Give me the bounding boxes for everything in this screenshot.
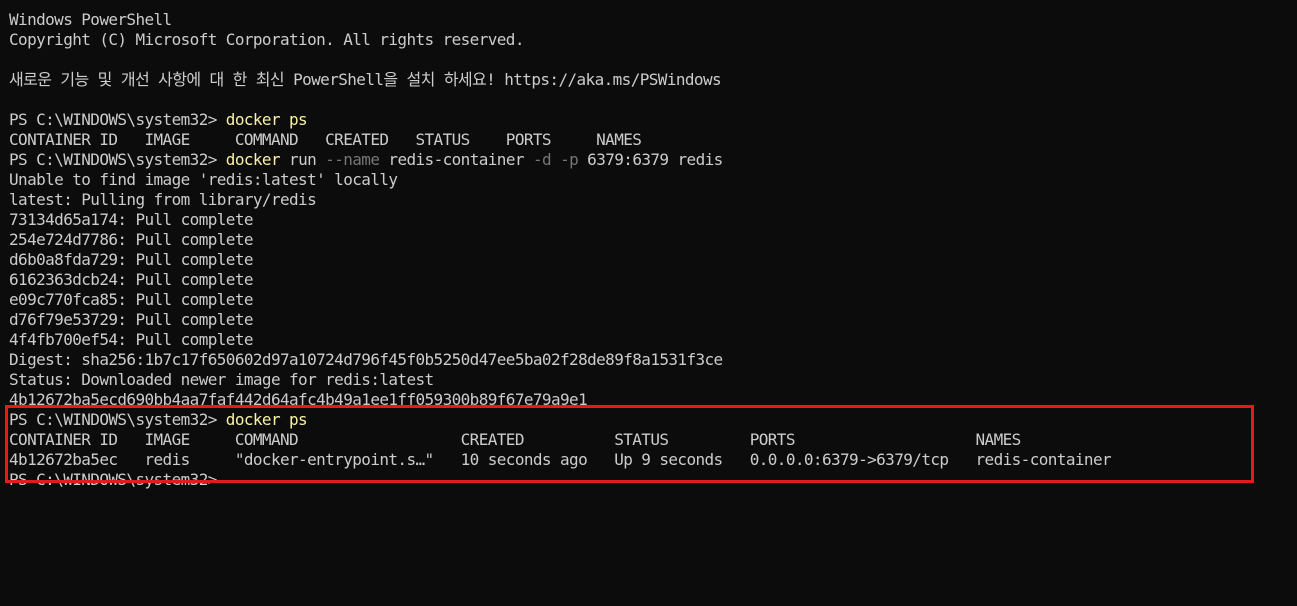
command-flag: -p [560,150,579,169]
output-line: latest: Pulling from library/redis [9,190,317,209]
prompt-line: PS C:\WINDOWS\system32> docker ps [9,110,1297,130]
docker-ps-row: 4b12672ba5ec redis "docker-entrypoint.s…… [9,450,1112,469]
container-id-line: 4b12672ba5ecd690bb4aa7faf442d64afc4b49a1… [9,390,588,409]
command-arg: redis-container [379,150,533,169]
docker-ps-header-empty: CONTAINER ID IMAGE COMMAND CREATED STATU… [9,130,642,149]
output-line: 6162363dcb24: Pull complete [9,270,253,289]
copyright-line: Copyright (C) Microsoft Corporation. All… [9,30,524,49]
command-flag: --name [325,150,380,169]
prompt-text: PS C:\WINDOWS\system32> [9,470,226,489]
command-space [551,150,560,169]
command-text: docker ps [225,410,308,429]
prompt-line: PS C:\WINDOWS\system32> docker ps [9,410,1297,430]
prompt-line: PS C:\WINDOWS\system32> docker run --nam… [9,150,1297,170]
powershell-terminal[interactable]: Windows PowerShell Copyright (C) Microso… [0,0,1297,606]
powershell-tip-line: 새로운 기능 및 개선 사항에 대 한 최신 PowerShell을 설치 하세… [9,70,722,89]
prompt-text: PS C:\WINDOWS\system32> [9,150,226,169]
prompt-text: PS C:\WINDOWS\system32> [9,410,226,429]
command-text: docker ps [225,110,308,129]
command-arg: 6379:6379 redis [578,150,723,169]
prompt-text: PS C:\WINDOWS\system32> [9,110,226,129]
output-line: e09c770fca85: Pull complete [9,290,253,309]
output-line: d76f79e53729: Pull complete [9,310,253,329]
output-line: Unable to find image 'redis:latest' loca… [9,170,398,189]
output-line: d6b0a8fda729: Pull complete [9,250,253,269]
command-exe: docker [225,150,281,169]
output-line: 4f4fb700ef54: Pull complete [9,330,253,349]
docker-ps-header: CONTAINER ID IMAGE COMMAND CREATED STATU… [9,430,1021,449]
output-line: Digest: sha256:1b7c17f650602d97a10724d79… [9,350,723,369]
terminal-title-line: Windows PowerShell [9,10,172,29]
output-line: 254e724d7786: Pull complete [9,230,253,249]
text-cursor [226,470,235,488]
command-flag: -d [532,150,552,169]
output-line: Status: Downloaded newer image for redis… [9,370,434,389]
output-line: 73134d65a174: Pull complete [9,210,253,229]
command-sub: run [280,150,326,169]
active-prompt-line[interactable]: PS C:\WINDOWS\system32> [9,470,1297,490]
